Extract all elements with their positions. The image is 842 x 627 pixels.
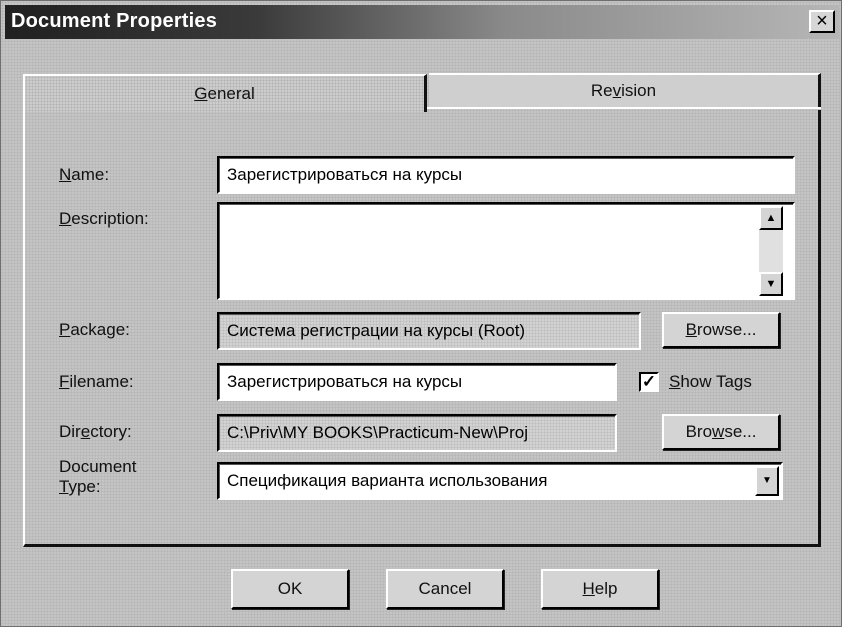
dropdown-button[interactable]: ▼ — [755, 466, 779, 496]
window-title: Document Properties — [11, 10, 218, 32]
close-button[interactable]: × — [809, 10, 835, 33]
scroll-up-button[interactable]: ▲ — [759, 206, 783, 230]
title-bar[interactable]: Document Properties × — [5, 5, 839, 39]
chevron-down-icon: ▼ — [762, 475, 772, 486]
filename-label: Filename: — [59, 372, 134, 391]
name-label: Name: — [59, 165, 110, 184]
directory-label: Directory: — [59, 422, 132, 441]
browse-directory-button[interactable]: Browse... — [662, 414, 780, 450]
tab-revision-label: Revision — [590, 81, 657, 100]
close-icon: × — [816, 10, 828, 32]
show-tags-checkbox[interactable]: ✓ — [639, 372, 659, 392]
check-icon: ✓ — [641, 372, 657, 391]
help-button[interactable]: Help — [541, 569, 659, 609]
ok-button[interactable]: OK — [231, 569, 349, 609]
scroll-down-button[interactable]: ▼ — [759, 272, 783, 296]
cancel-button[interactable]: Cancel — [386, 569, 504, 609]
description-label: Description: — [59, 209, 149, 228]
arrow-down-icon: ▼ — [765, 278, 777, 290]
directory-field: C:\Priv\MY BOOKS\Practicum-New\Proj — [217, 414, 617, 452]
tab-panel-edge — [427, 107, 821, 109]
document-type-select[interactable]: Спецификация варианта использования ▼ — [217, 462, 783, 500]
document-type-value: Спецификация варианта использования — [227, 471, 548, 490]
browse-package-button[interactable]: Browse... — [662, 312, 780, 348]
package-field: Система регистрации на курсы (Root) — [217, 312, 641, 350]
document-properties-dialog: Document Properties × General Revision N… — [0, 0, 842, 627]
tab-general-label: General — [194, 84, 255, 103]
description-scrollbar[interactable]: ▲ ▼ — [759, 206, 783, 296]
tab-revision[interactable]: Revision — [429, 73, 821, 107]
tab-general[interactable]: General — [23, 74, 427, 112]
package-label: Package: — [59, 320, 130, 339]
description-textarea[interactable] — [217, 202, 795, 300]
filename-input[interactable]: Зарегистрироваться на курсы — [217, 363, 617, 401]
name-input[interactable]: Зарегистрироваться на курсы — [217, 156, 795, 194]
show-tags-label[interactable]: Show Tags — [669, 372, 752, 392]
document-type-label: Document Type: — [59, 457, 137, 496]
arrow-up-icon: ▲ — [765, 212, 777, 224]
